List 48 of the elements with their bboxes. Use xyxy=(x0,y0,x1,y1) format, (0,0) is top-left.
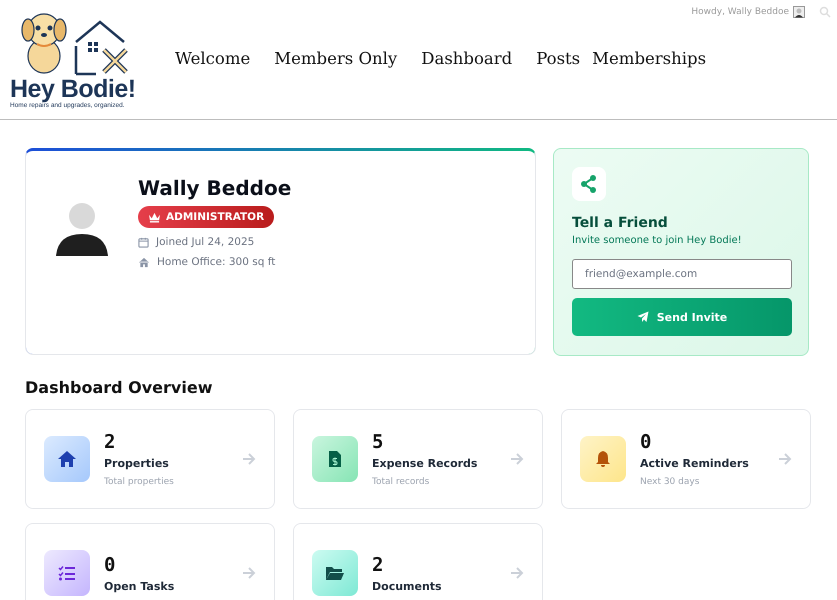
arrow-right-icon xyxy=(510,567,524,579)
stat-count: 0 xyxy=(640,431,652,453)
house-icon xyxy=(44,436,90,482)
invite-subtitle: Invite someone to join Hey Bodie! xyxy=(572,235,742,246)
stat-count: 2 xyxy=(372,554,384,576)
stat-card[interactable]: 5 Expense Records Total records xyxy=(293,409,543,509)
stat-card[interactable]: 2 Documents xyxy=(293,523,543,600)
checklist-icon xyxy=(44,550,90,596)
stat-card[interactable]: 2 Properties Total properties xyxy=(25,409,275,509)
stat-label: Active Reminders xyxy=(640,457,750,470)
nav-link[interactable]: Dashboard xyxy=(421,49,512,68)
logo-wordmark: Hey Bodie! xyxy=(10,76,137,102)
invite-title: Tell a Friend xyxy=(572,215,668,231)
section-title: Dashboard Overview xyxy=(25,378,214,397)
stat-note: Total records xyxy=(372,477,430,487)
share-icon xyxy=(572,167,606,201)
arrow-right-icon xyxy=(778,453,792,465)
nav-link[interactable]: Welcome xyxy=(175,49,250,68)
profile-name: Wally Beddoe xyxy=(138,176,292,200)
crown-icon xyxy=(148,212,161,222)
stat-label: Documents xyxy=(372,580,443,592)
arrow-right-icon xyxy=(242,567,256,579)
nav-link[interactable]: Members Only xyxy=(274,49,398,68)
stat-note: Total properties xyxy=(104,477,175,487)
role-label: ADMINISTRATOR xyxy=(166,211,264,223)
paper-plane-icon xyxy=(636,311,649,323)
email-field[interactable]: friend@example.com xyxy=(572,259,792,289)
nav-link[interactable]: Posts xyxy=(536,49,580,68)
nav-link[interactable]: Memberships xyxy=(592,49,706,68)
stat-card[interactable]: 0 Open Tasks xyxy=(25,523,275,600)
stat-label: Properties xyxy=(104,457,170,470)
bell-icon xyxy=(580,436,626,482)
avatar-icon[interactable] xyxy=(793,6,805,18)
calendar-icon xyxy=(138,236,149,248)
arrow-right-icon xyxy=(510,453,524,465)
stat-count: 0 xyxy=(104,554,116,576)
folder-icon xyxy=(312,550,358,596)
joined-date: Joined Jul 24, 2025 xyxy=(156,236,254,248)
stat-count: 2 xyxy=(104,431,116,453)
house-icon xyxy=(138,256,150,268)
home-office-size: Home Office: 300 sq ft xyxy=(157,256,276,268)
stat-card[interactable]: 0 Active Reminders Next 30 days xyxy=(561,409,811,509)
stat-count: 5 xyxy=(372,431,384,453)
stat-label: Open Tasks xyxy=(104,580,176,592)
stat-note: Next 30 days xyxy=(640,477,700,487)
arrow-right-icon xyxy=(242,453,256,465)
document-dollar-icon xyxy=(312,436,358,482)
stat-label: Expense Records xyxy=(372,457,478,470)
